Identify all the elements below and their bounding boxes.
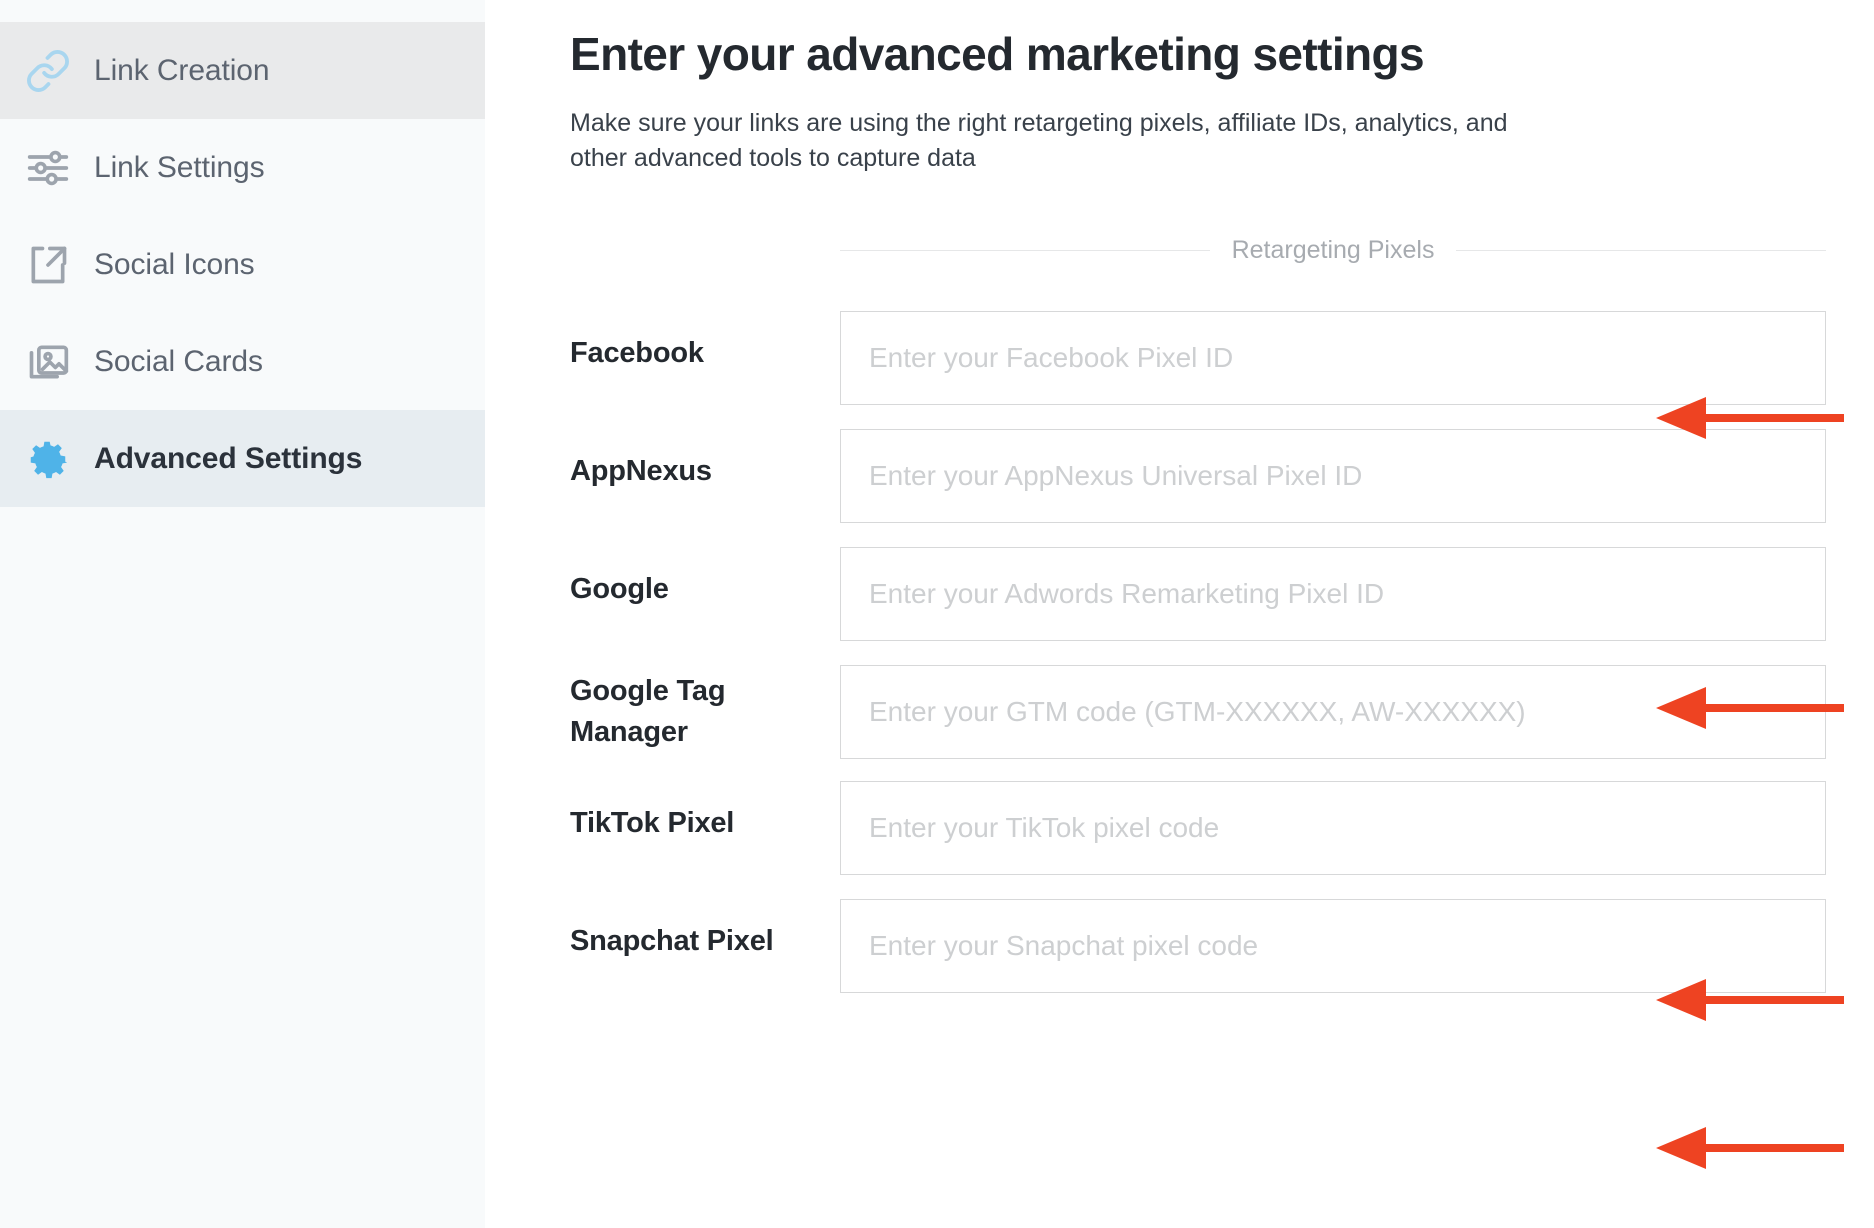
field-label-tiktok-pixel: TikTok Pixel xyxy=(570,806,735,839)
sidebar-item-label: Advanced Settings xyxy=(94,441,363,475)
annotation-arrow-snapchat xyxy=(1656,1127,1844,1169)
snapchat-pixel-code-placeholder: Enter your Snapchat pixel code xyxy=(869,929,1259,961)
appnexus-pixel-id-placeholder: Enter your AppNexus Universal Pixel ID xyxy=(869,459,1363,491)
google-adwords-pixel-id-input[interactable]: Enter your Adwords Remarketing Pixel ID xyxy=(840,546,1826,641)
sidebar-item-social-icons[interactable]: Social Icons xyxy=(0,216,485,313)
sidebar-nav: Link Creation Link Settings Social Icons… xyxy=(0,0,485,1228)
appnexus-pixel-id-input[interactable]: Enter your AppNexus Universal Pixel ID xyxy=(840,428,1826,523)
advanced-settings-page: Link Creation Link Settings Social Icons… xyxy=(0,0,1874,1228)
divider-rule-left xyxy=(840,249,1210,251)
tiktok-pixel-code-placeholder: Enter your TikTok pixel code xyxy=(869,811,1220,843)
sidebar-item-label: Social Icons xyxy=(94,247,255,281)
form-row-google-tag-manager: Google Tag Manager Enter your GTM code (… xyxy=(485,664,1874,759)
gear-icon xyxy=(22,433,74,485)
divider-rule-right xyxy=(1456,249,1827,251)
google-adwords-pixel-id-placeholder: Enter your Adwords Remarketing Pixel ID xyxy=(869,577,1385,609)
sidebar-item-label: Link Settings xyxy=(94,150,265,184)
field-label-appnexus: AppNexus xyxy=(570,454,712,487)
page-subtitle: Make sure your links are using the right… xyxy=(570,108,1508,173)
link-icon xyxy=(22,45,74,97)
sidebar-item-label: Link Creation xyxy=(94,53,270,87)
sidebar-item-advanced-settings[interactable]: Advanced Settings xyxy=(0,410,485,507)
sidebar-item-link-settings[interactable]: Link Settings xyxy=(0,119,485,216)
snapchat-pixel-code-input[interactable]: Enter your Snapchat pixel code xyxy=(840,898,1826,993)
main-content: Enter your advanced marketing settings M… xyxy=(485,0,1874,1228)
form-row-google: Google Enter your Adwords Remarketing Pi… xyxy=(485,546,1874,641)
form-row-tiktok-pixel: TikTok Pixel Enter your TikTok pixel cod… xyxy=(485,780,1874,875)
retargeting-pixels-form: Facebook Enter your Facebook Pixel ID Ap… xyxy=(485,310,1874,993)
facebook-pixel-id-input[interactable]: Enter your Facebook Pixel ID xyxy=(840,310,1826,405)
form-row-appnexus: AppNexus Enter your AppNexus Universal P… xyxy=(485,428,1874,523)
sidebar-item-label: Social Cards xyxy=(94,344,263,378)
image-stack-icon xyxy=(22,336,74,388)
share-icon xyxy=(22,239,74,291)
sidebar-item-link-creation[interactable]: Link Creation xyxy=(0,22,485,119)
field-label-snapchat-pixel: Snapchat Pixel xyxy=(570,924,774,957)
google-tag-manager-code-placeholder: Enter your GTM code (GTM-XXXXXX, AW-XXXX… xyxy=(869,695,1526,727)
tiktok-pixel-code-input[interactable]: Enter your TikTok pixel code xyxy=(840,780,1826,875)
facebook-pixel-id-placeholder: Enter your Facebook Pixel ID xyxy=(869,341,1234,373)
field-label-google-tag-manager: Google Tag Manager xyxy=(570,674,726,748)
sidebar-item-social-cards[interactable]: Social Cards xyxy=(0,313,485,410)
form-row-facebook: Facebook Enter your Facebook Pixel ID xyxy=(485,310,1874,405)
form-row-snapchat-pixel: Snapchat Pixel Enter your Snapchat pixel… xyxy=(485,898,1874,993)
field-label-google: Google xyxy=(570,572,669,605)
section-caption: Retargeting Pixels xyxy=(1231,235,1435,264)
google-tag-manager-code-input[interactable]: Enter your GTM code (GTM-XXXXXX, AW-XXXX… xyxy=(840,664,1826,759)
page-title: Enter your advanced marketing settings xyxy=(570,28,1425,80)
sliders-icon xyxy=(22,142,74,194)
section-divider-retargeting-pixels: Retargeting Pixels xyxy=(840,235,1827,265)
field-label-facebook: Facebook xyxy=(570,336,704,369)
